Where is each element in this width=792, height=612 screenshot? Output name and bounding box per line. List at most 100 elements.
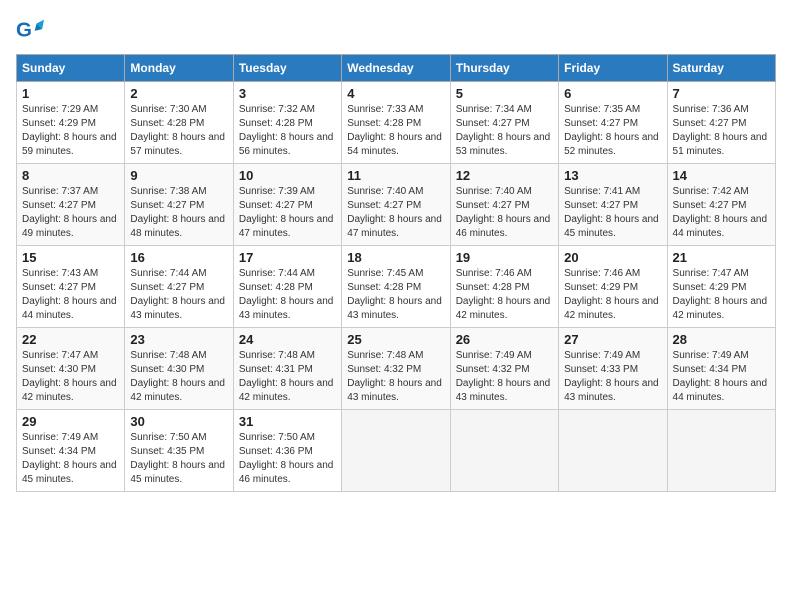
day-number: 3 bbox=[239, 86, 336, 101]
day-number: 23 bbox=[130, 332, 227, 347]
calendar-cell bbox=[450, 410, 558, 492]
day-number: 8 bbox=[22, 168, 119, 183]
day-info: Sunrise: 7:40 AMSunset: 4:27 PMDaylight:… bbox=[347, 185, 444, 241]
calendar-cell: 21Sunrise: 7:47 AMSunset: 4:29 PMDayligh… bbox=[667, 246, 775, 328]
day-info: Sunrise: 7:42 AMSunset: 4:27 PMDaylight:… bbox=[673, 185, 770, 241]
day-number: 9 bbox=[130, 168, 227, 183]
day-info: Sunrise: 7:50 AMSunset: 4:35 PMDaylight:… bbox=[130, 431, 227, 487]
calendar-cell: 11 Sunrise: 7:40 AMSunset: 4:27 PMDayligh… bbox=[342, 164, 450, 246]
calendar-cell: 20 Sunrise: 7:46 AMSunset: 4:29 PMDayligh… bbox=[559, 246, 667, 328]
day-number: 28 bbox=[673, 332, 770, 347]
day-info: Sunrise: 7:49 AMSunset: 4:34 PMDaylight:… bbox=[22, 431, 119, 487]
calendar-cell: 13Sunrise: 7:41 AMSunset: 4:27 PMDayligh… bbox=[559, 164, 667, 246]
calendar-cell: 17 Sunrise: 7:44 AMSunset: 4:28 PMDayligh… bbox=[233, 246, 341, 328]
calendar-cell: 18 Sunrise: 7:45 AMSunset: 4:28 PMDayligh… bbox=[342, 246, 450, 328]
day-info: Sunrise: 7:33 AMSunset: 4:28 PMDaylight:… bbox=[347, 103, 444, 159]
day-info: Sunrise: 7:49 AMSunset: 4:33 PMDaylight:… bbox=[564, 349, 661, 405]
day-info: Sunrise: 7:38 AMSunset: 4:27 PMDaylight:… bbox=[130, 185, 227, 241]
day-info: Sunrise: 7:49 AMSunset: 4:34 PMDaylight:… bbox=[673, 349, 770, 405]
calendar-week-row: 29Sunrise: 7:49 AMSunset: 4:34 PMDayligh… bbox=[17, 410, 776, 492]
day-number: 6 bbox=[564, 86, 661, 101]
calendar-cell: 31 Sunrise: 7:50 AMSunset: 4:36 PMDayligh… bbox=[233, 410, 341, 492]
day-number: 4 bbox=[347, 86, 444, 101]
day-number: 1 bbox=[22, 86, 119, 101]
day-info: Sunrise: 7:45 AMSunset: 4:28 PMDaylight:… bbox=[347, 267, 444, 323]
calendar-week-row: 22Sunrise: 7:47 AMSunset: 4:30 PMDayligh… bbox=[17, 328, 776, 410]
day-info: Sunrise: 7:44 AMSunset: 4:28 PMDaylight:… bbox=[239, 267, 336, 323]
day-info: Sunrise: 7:48 AMSunset: 4:31 PMDaylight:… bbox=[239, 349, 336, 405]
day-number: 30 bbox=[130, 414, 227, 429]
column-header-saturday: Saturday bbox=[667, 55, 775, 82]
calendar-cell: 29Sunrise: 7:49 AMSunset: 4:34 PMDayligh… bbox=[17, 410, 125, 492]
day-info: Sunrise: 7:48 AMSunset: 4:32 PMDaylight:… bbox=[347, 349, 444, 405]
day-number: 16 bbox=[130, 250, 227, 265]
day-number: 7 bbox=[673, 86, 770, 101]
day-number: 15 bbox=[22, 250, 119, 265]
column-header-monday: Monday bbox=[125, 55, 233, 82]
calendar-cell: 8 Sunrise: 7:37 AMSunset: 4:27 PMDaylight… bbox=[17, 164, 125, 246]
calendar-week-row: 15Sunrise: 7:43 AMSunset: 4:27 PMDayligh… bbox=[17, 246, 776, 328]
day-number: 25 bbox=[347, 332, 444, 347]
day-number: 5 bbox=[456, 86, 553, 101]
day-info: Sunrise: 7:47 AMSunset: 4:30 PMDaylight:… bbox=[22, 349, 119, 405]
day-number: 31 bbox=[239, 414, 336, 429]
day-info: Sunrise: 7:44 AMSunset: 4:27 PMDaylight:… bbox=[130, 267, 227, 323]
day-info: Sunrise: 7:40 AMSunset: 4:27 PMDaylight:… bbox=[456, 185, 553, 241]
day-number: 20 bbox=[564, 250, 661, 265]
calendar-cell: 1 Sunrise: 7:29 AMSunset: 4:29 PMDaylight… bbox=[17, 82, 125, 164]
day-number: 12 bbox=[456, 168, 553, 183]
calendar-cell: 5 Sunrise: 7:34 AMSunset: 4:27 PMDaylight… bbox=[450, 82, 558, 164]
column-header-sunday: Sunday bbox=[17, 55, 125, 82]
calendar-cell: 12 Sunrise: 7:40 AMSunset: 4:27 PMDayligh… bbox=[450, 164, 558, 246]
calendar-cell: 9 Sunrise: 7:38 AMSunset: 4:27 PMDaylight… bbox=[125, 164, 233, 246]
calendar-cell bbox=[559, 410, 667, 492]
calendar-cell: 15Sunrise: 7:43 AMSunset: 4:27 PMDayligh… bbox=[17, 246, 125, 328]
day-info: Sunrise: 7:41 AMSunset: 4:27 PMDaylight:… bbox=[564, 185, 661, 241]
calendar-cell bbox=[342, 410, 450, 492]
day-info: Sunrise: 7:39 AMSunset: 4:27 PMDaylight:… bbox=[239, 185, 336, 241]
calendar-cell: 4 Sunrise: 7:33 AMSunset: 4:28 PMDaylight… bbox=[342, 82, 450, 164]
day-info: Sunrise: 7:29 AMSunset: 4:29 PMDaylight:… bbox=[22, 103, 119, 159]
day-info: Sunrise: 7:34 AMSunset: 4:27 PMDaylight:… bbox=[456, 103, 553, 159]
logo: G bbox=[16, 16, 48, 44]
day-info: Sunrise: 7:47 AMSunset: 4:29 PMDaylight:… bbox=[673, 267, 770, 323]
calendar-cell: 2 Sunrise: 7:30 AMSunset: 4:28 PMDaylight… bbox=[125, 82, 233, 164]
calendar-cell: 19 Sunrise: 7:46 AMSunset: 4:28 PMDayligh… bbox=[450, 246, 558, 328]
calendar-cell: 16 Sunrise: 7:44 AMSunset: 4:27 PMDayligh… bbox=[125, 246, 233, 328]
day-number: 10 bbox=[239, 168, 336, 183]
day-number: 17 bbox=[239, 250, 336, 265]
day-number: 27 bbox=[564, 332, 661, 347]
calendar-cell: 24 Sunrise: 7:48 AMSunset: 4:31 PMDayligh… bbox=[233, 328, 341, 410]
day-info: Sunrise: 7:46 AMSunset: 4:29 PMDaylight:… bbox=[564, 267, 661, 323]
day-number: 2 bbox=[130, 86, 227, 101]
calendar-week-row: 8 Sunrise: 7:37 AMSunset: 4:27 PMDaylight… bbox=[17, 164, 776, 246]
column-header-wednesday: Wednesday bbox=[342, 55, 450, 82]
day-info: Sunrise: 7:48 AMSunset: 4:30 PMDaylight:… bbox=[130, 349, 227, 405]
calendar-cell: 23 Sunrise: 7:48 AMSunset: 4:30 PMDayligh… bbox=[125, 328, 233, 410]
calendar-cell: 14 Sunrise: 7:42 AMSunset: 4:27 PMDayligh… bbox=[667, 164, 775, 246]
page-header: G bbox=[16, 16, 776, 44]
day-number: 24 bbox=[239, 332, 336, 347]
calendar-cell bbox=[667, 410, 775, 492]
column-header-thursday: Thursday bbox=[450, 55, 558, 82]
calendar-header-row: SundayMondayTuesdayWednesdayThursdayFrid… bbox=[17, 55, 776, 82]
calendar-cell: 22Sunrise: 7:47 AMSunset: 4:30 PMDayligh… bbox=[17, 328, 125, 410]
column-header-tuesday: Tuesday bbox=[233, 55, 341, 82]
day-info: Sunrise: 7:37 AMSunset: 4:27 PMDaylight:… bbox=[22, 185, 119, 241]
svg-text:G: G bbox=[16, 19, 32, 42]
calendar-table: SundayMondayTuesdayWednesdayThursdayFrid… bbox=[16, 54, 776, 492]
day-number: 18 bbox=[347, 250, 444, 265]
calendar-cell: 27 Sunrise: 7:49 AMSunset: 4:33 PMDayligh… bbox=[559, 328, 667, 410]
day-info: Sunrise: 7:50 AMSunset: 4:36 PMDaylight:… bbox=[239, 431, 336, 487]
day-number: 11 bbox=[347, 168, 444, 183]
day-info: Sunrise: 7:30 AMSunset: 4:28 PMDaylight:… bbox=[130, 103, 227, 159]
calendar-week-row: 1 Sunrise: 7:29 AMSunset: 4:29 PMDaylight… bbox=[17, 82, 776, 164]
calendar-cell: 30 Sunrise: 7:50 AMSunset: 4:35 PMDayligh… bbox=[125, 410, 233, 492]
day-number: 19 bbox=[456, 250, 553, 265]
calendar-cell: 25 Sunrise: 7:48 AMSunset: 4:32 PMDayligh… bbox=[342, 328, 450, 410]
calendar-cell: 7Sunrise: 7:36 AMSunset: 4:27 PMDaylight… bbox=[667, 82, 775, 164]
day-number: 14 bbox=[673, 168, 770, 183]
logo-icon: G bbox=[16, 16, 44, 44]
day-info: Sunrise: 7:32 AMSunset: 4:28 PMDaylight:… bbox=[239, 103, 336, 159]
day-info: Sunrise: 7:46 AMSunset: 4:28 PMDaylight:… bbox=[456, 267, 553, 323]
